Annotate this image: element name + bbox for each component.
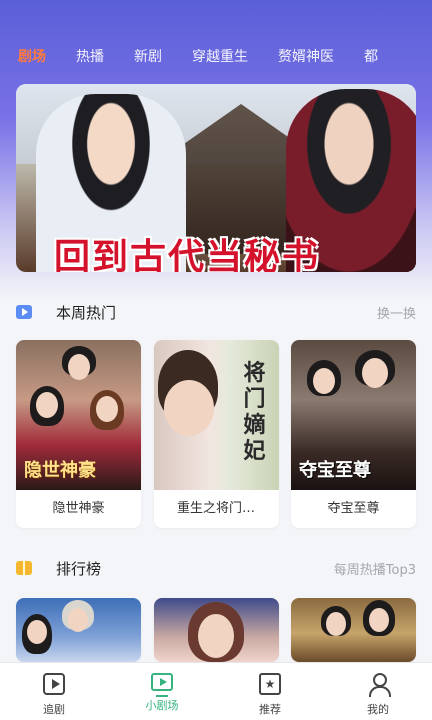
poster-figure — [96, 396, 118, 422]
poster-title: 隐世神豪 — [24, 460, 96, 481]
poster-figure — [197, 614, 234, 658]
drama-title: 夺宝至尊 — [327, 501, 380, 516]
nav-label: 我的 — [367, 703, 389, 716]
nav-theater[interactable]: 小剧场 — [122, 663, 202, 713]
nav-follow[interactable]: 追剧 — [14, 663, 94, 717]
poster-figure — [68, 608, 88, 632]
ranking-card[interactable] — [16, 598, 141, 662]
tab-theater[interactable]: 剧场 — [18, 46, 46, 66]
drama-poster: 将门嫡妃 — [153, 340, 279, 490]
tab-time-travel[interactable]: 穿越重生 — [192, 46, 248, 66]
refresh-button[interactable]: 换一换 — [377, 303, 416, 322]
weekly-hot-header: 本周热门 换一换 — [16, 300, 416, 324]
star-badge-icon: ★ — [259, 673, 281, 695]
weekly-hot-title: 本周热门 — [56, 303, 117, 322]
bottom-navigation: 追剧 小剧场 ★ 推荐 我的 — [0, 662, 432, 720]
poster-figure — [313, 368, 335, 394]
user-icon — [367, 673, 391, 697]
poster-figure — [362, 358, 388, 388]
drama-title: 重生之将门… — [176, 501, 255, 516]
featured-banner[interactable]: 回到古代当秘书 — [16, 84, 416, 272]
drama-poster: 夺宝至尊 — [291, 340, 416, 490]
poster-title: 夺宝至尊 — [299, 460, 371, 481]
drama-poster — [153, 598, 279, 662]
ranking-card[interactable] — [153, 598, 279, 662]
nav-label: 推荐 — [259, 703, 281, 716]
poster-title: 将门嫡妃 — [243, 360, 266, 464]
poster-figure — [68, 354, 90, 380]
poster-figure — [369, 608, 389, 632]
nav-label: 小剧场 — [145, 699, 179, 712]
ranking-card[interactable] — [291, 598, 416, 662]
poster-figure — [326, 612, 346, 636]
drama-card[interactable]: 将门嫡妃 重生之将门… — [153, 340, 279, 528]
tab-new[interactable]: 新剧 — [134, 46, 162, 66]
ranking-link[interactable]: 每周热播Top3 — [334, 559, 416, 578]
book-icon — [16, 561, 32, 575]
nav-label: 追剧 — [43, 703, 65, 716]
poster-figure — [36, 392, 58, 418]
video-icon — [16, 305, 32, 319]
ranking-list — [16, 598, 416, 662]
tab-hot[interactable]: 热播 — [76, 46, 104, 66]
tab-city[interactable]: 都 — [364, 46, 378, 66]
play-square-icon — [43, 673, 65, 695]
drama-poster: 隐世神豪 — [16, 340, 141, 490]
tab-son-in-law[interactable]: 赘婿神医 — [278, 46, 334, 66]
category-tabs: 剧场 热播 新剧 穿越重生 赘婿神医 都 — [0, 40, 432, 72]
tv-icon — [151, 673, 173, 697]
weekly-hot-list: 隐世神豪 隐世神豪 将门嫡妃 重生之将门… 夺宝至尊 夺宝至尊 — [16, 340, 416, 528]
drama-poster — [16, 598, 141, 662]
drama-card[interactable]: 夺宝至尊 夺宝至尊 — [291, 340, 416, 528]
drama-card[interactable]: 隐世神豪 隐世神豪 — [16, 340, 141, 528]
nav-recommend[interactable]: ★ 推荐 — [230, 663, 310, 717]
ranking-header: 排行榜 每周热播Top3 — [16, 556, 416, 580]
drama-title: 隐世神豪 — [52, 501, 105, 516]
poster-figure — [27, 620, 47, 644]
poster-figure — [163, 380, 214, 436]
drama-poster — [291, 598, 416, 662]
banner-caption: 回到古代当秘书 — [54, 236, 321, 272]
nav-profile[interactable]: 我的 — [338, 663, 418, 717]
ranking-title: 排行榜 — [56, 559, 102, 578]
